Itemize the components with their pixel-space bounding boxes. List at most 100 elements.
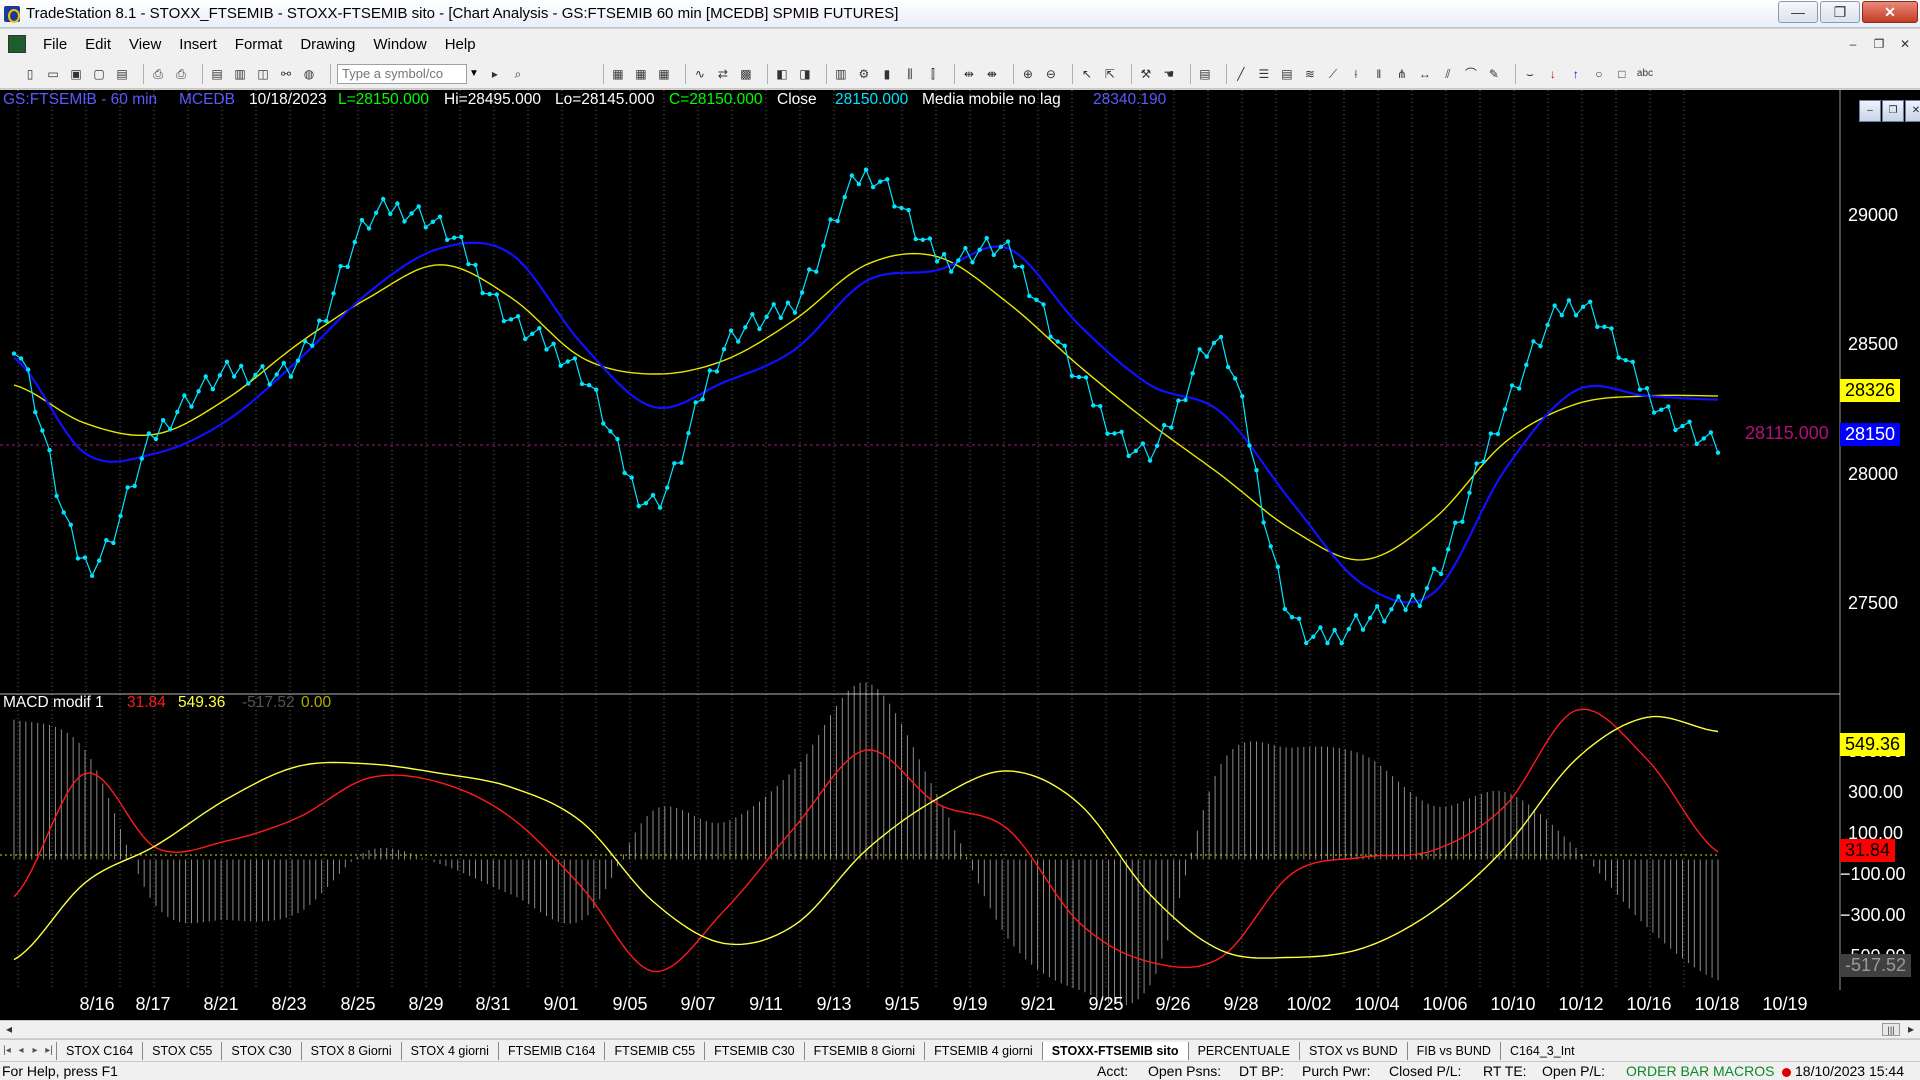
order-bar-icon[interactable]: ▤ xyxy=(1197,66,1213,82)
bar-chart-icon[interactable]: ⫼ xyxy=(902,66,918,82)
arc-icon[interactable]: ⌒ xyxy=(1463,66,1479,82)
tab-c164-3-int[interactable]: C164_3_Int xyxy=(1499,1041,1584,1060)
format-analysis-icon[interactable]: ◨ xyxy=(797,66,813,82)
insert-paintbar-icon[interactable]: ▩ xyxy=(738,66,754,82)
andrews-pitchfork-icon[interactable]: ⋔ xyxy=(1394,66,1410,82)
horizontal-scrollbar[interactable]: ◂ ||| ▸ xyxy=(0,1020,1920,1038)
channel-icon[interactable]: ▤ xyxy=(1279,66,1295,82)
tab-stox-4-giorni[interactable]: STOX 4 giorni xyxy=(400,1041,498,1060)
menu-insert[interactable]: Insert xyxy=(170,36,226,53)
chart-pointer-icon[interactable]: ⇱ xyxy=(1102,66,1118,82)
status-order-bar[interactable]: ORDER BAR xyxy=(1626,1063,1709,1079)
ohlc-bar-icon[interactable]: ⫿ xyxy=(925,66,941,82)
tab-first-icon[interactable]: |◂ xyxy=(0,1045,14,1056)
open-workspace-icon[interactable]: ▣ xyxy=(68,66,84,82)
regression-channel-icon[interactable]: ⫽ xyxy=(1440,66,1456,82)
text-tool-icon[interactable]: abc xyxy=(1637,66,1653,82)
menu-window[interactable]: Window xyxy=(364,36,435,53)
tab-last-icon[interactable]: ▸| xyxy=(42,1045,56,1056)
tab-ftsemib-c164[interactable]: FTSEMIB C164 xyxy=(497,1041,605,1060)
tab-stox-8-giorni[interactable]: STOX 8 Giorni xyxy=(300,1041,401,1060)
menu-format[interactable]: Format xyxy=(226,36,292,53)
ellipse-icon[interactable]: ○ xyxy=(1591,66,1607,82)
tab-percentuale[interactable]: PERCENTUALE xyxy=(1187,1041,1299,1060)
pane-minimize-button[interactable]: – xyxy=(1859,100,1881,122)
zoom-in-icon[interactable]: ⊕ xyxy=(1020,66,1036,82)
tab-next-icon[interactable]: ▸ xyxy=(28,1045,42,1056)
tab-stox-vs-bund[interactable]: STOX vs BUND xyxy=(1298,1041,1407,1060)
print-icon[interactable]: ⎙ xyxy=(150,66,166,82)
link-icon[interactable]: ⚯ xyxy=(278,66,294,82)
tab-ftsemib-4-giorni[interactable]: FTSEMIB 4 giorni xyxy=(924,1041,1042,1060)
cascade-icon[interactable]: ▤ xyxy=(209,66,225,82)
chart-settings-icon[interactable]: ⚙ xyxy=(856,66,872,82)
tab-ftsemib-c30[interactable]: FTSEMIB C30 xyxy=(704,1041,804,1060)
gann-fan-icon[interactable]: ⟋ xyxy=(1325,66,1341,82)
symbol-dropdown-icon[interactable]: ▼ xyxy=(469,68,479,79)
down-arrow-icon[interactable]: ↓ xyxy=(1545,66,1561,82)
menu-view[interactable]: View xyxy=(120,36,170,53)
tab-stox-c164[interactable]: STOX C164 xyxy=(56,1041,142,1060)
menu-drawing[interactable]: Drawing xyxy=(291,36,364,53)
menu-edit[interactable]: Edit xyxy=(76,36,120,53)
print-preview-icon[interactable]: ⎙ xyxy=(173,66,189,82)
zoom-out-icon[interactable]: ⊖ xyxy=(1043,66,1059,82)
tab-ftsemib-c55[interactable]: FTSEMIB C55 xyxy=(604,1041,704,1060)
tab-stox-c55[interactable]: STOX C55 xyxy=(142,1041,221,1060)
tab-stox-c30[interactable]: STOX C30 xyxy=(221,1041,300,1060)
scroll-thumb[interactable]: ||| xyxy=(1882,1023,1900,1036)
pane-restore-button[interactable]: ❐ xyxy=(1882,100,1904,122)
format-symbol-icon[interactable]: ◧ xyxy=(774,66,790,82)
extension-icon[interactable]: ↔ xyxy=(1417,66,1433,82)
globe-icon[interactable]: ◍ xyxy=(301,66,317,82)
chart-window-icon[interactable] xyxy=(8,35,26,53)
horizontal-lines-icon[interactable]: ☰ xyxy=(1256,66,1272,82)
lock-icon[interactable]: ◫ xyxy=(255,66,271,82)
scroll-left-icon[interactable]: ◂ xyxy=(6,1022,12,1036)
new-file-icon[interactable]: ▯ xyxy=(22,66,38,82)
symbol-lookup-icon[interactable]: ⌕ xyxy=(510,66,526,82)
tile-icon[interactable]: ▥ xyxy=(232,66,248,82)
minimize-button[interactable]: — xyxy=(1778,1,1818,23)
format-window-icon[interactable]: ▦ xyxy=(633,66,649,82)
pointer-icon[interactable]: ↖ xyxy=(1079,66,1095,82)
table-icon[interactable]: ▦ xyxy=(656,66,672,82)
curve-icon[interactable]: ⌣ xyxy=(1522,66,1538,82)
scroll-right-icon[interactable]: ▸ xyxy=(1908,1022,1914,1036)
chart-style-icon[interactable]: ▥ xyxy=(833,66,849,82)
tab-fib-vs-bund[interactable]: FIB vs BUND xyxy=(1406,1041,1500,1060)
pane-close-button[interactable]: ✕ xyxy=(1905,100,1920,122)
tools-icon[interactable]: ⚒ xyxy=(1138,66,1154,82)
insert-strategy-icon[interactable]: ⇄ xyxy=(715,66,731,82)
mdi-restore-button[interactable]: ❐ xyxy=(1868,33,1890,55)
fibonacci-icon[interactable]: ≋ xyxy=(1302,66,1318,82)
mdi-close-button[interactable]: ✕ xyxy=(1894,33,1916,55)
expand-bars-icon[interactable]: ⇹ xyxy=(961,66,977,82)
close-button[interactable]: ✕ xyxy=(1862,1,1918,23)
candle-chart-icon[interactable]: ▮ xyxy=(879,66,895,82)
pencil-icon[interactable]: ✎ xyxy=(1486,66,1502,82)
mdi-minimize-button[interactable]: – xyxy=(1842,33,1864,55)
open-folder-icon[interactable]: ▭ xyxy=(45,66,61,82)
menu-file[interactable]: File xyxy=(34,36,76,53)
data-window-icon[interactable]: ▦ xyxy=(610,66,626,82)
insert-indicator-icon[interactable]: ∿ xyxy=(692,66,708,82)
vertical-lines-icon[interactable]: ‖ xyxy=(1371,66,1387,82)
tab-stoxx-ftsemib-sito[interactable]: STOXX-FTSEMIB sito xyxy=(1041,1041,1188,1060)
up-arrow-icon[interactable]: ↑ xyxy=(1568,66,1584,82)
symbol-input[interactable] xyxy=(337,63,467,84)
tab-ftsemib-8-giorni[interactable]: FTSEMIB 8 Giorni xyxy=(803,1041,924,1060)
speedline-icon[interactable]: ⟊ xyxy=(1348,66,1364,82)
go-arrow-icon[interactable]: ▸ xyxy=(487,66,503,82)
chart-canvas[interactable] xyxy=(0,90,1920,1020)
hand-icon[interactable]: ☚ xyxy=(1161,66,1177,82)
trendline-icon[interactable]: ╱ xyxy=(1233,66,1249,82)
save-icon[interactable]: ▤ xyxy=(114,66,130,82)
rectangle-icon[interactable]: □ xyxy=(1614,66,1630,82)
status-macros[interactable]: MACROS xyxy=(1713,1063,1774,1079)
chart-analysis-window[interactable]: GS:FTSEMIB - 60 min MCEDB 10/18/2023 L=2… xyxy=(0,90,1920,1020)
restore-button[interactable]: ❐ xyxy=(1820,1,1860,23)
menu-help[interactable]: Help xyxy=(436,36,485,53)
compress-bars-icon[interactable]: ⇼ xyxy=(984,66,1000,82)
new-window-icon[interactable]: ▢ xyxy=(91,66,107,82)
